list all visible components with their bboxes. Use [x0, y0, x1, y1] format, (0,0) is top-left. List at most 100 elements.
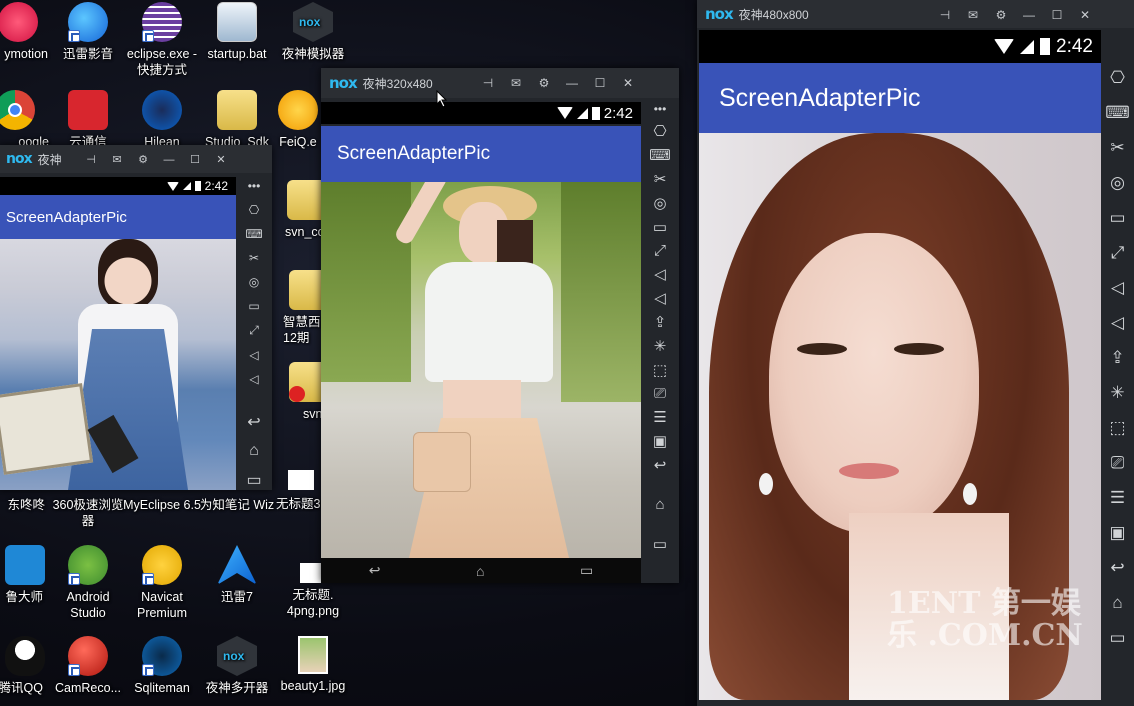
emulator-window-320x480[interactable]: nox 夜神320x480 ⊣ ✉ ⚙ — ☐ ✕ 2:42 ScreenAda…: [321, 68, 679, 583]
scissors-icon[interactable]: ✂: [654, 170, 667, 188]
desktop-icon-studio-sdk[interactable]: Studio_Sdk: [197, 90, 277, 150]
desktop-icon-ludashi[interactable]: 鲁大师: [0, 545, 55, 605]
desktop-icon-eclipse[interactable]: eclipse.exe - 快捷方式: [122, 2, 202, 78]
volume-up-icon[interactable]: ◁: [249, 348, 258, 362]
multi-instance-icon[interactable]: ☰: [1110, 488, 1125, 508]
desktop-icon-xunlei7[interactable]: 迅雷7: [197, 545, 277, 605]
close-button[interactable]: ✕: [1078, 8, 1092, 22]
settings-icon[interactable]: ⚙: [994, 8, 1008, 22]
home-button[interactable]: ⌂: [476, 563, 484, 579]
record-icon[interactable]: ⎚: [654, 385, 666, 402]
recent-apps-icon[interactable]: ▭: [653, 535, 667, 553]
keyboard-icon[interactable]: ⌨: [1105, 103, 1130, 123]
minimize-button[interactable]: —: [565, 76, 579, 90]
home-icon[interactable]: ⌂: [1112, 593, 1122, 613]
location-icon[interactable]: ◎: [653, 194, 666, 212]
screenshot-icon[interactable]: ⬚: [1109, 418, 1125, 438]
pin-icon[interactable]: ⊣: [481, 76, 495, 90]
shake-icon[interactable]: ✳: [654, 337, 667, 355]
volume-down-icon[interactable]: ◁: [249, 372, 258, 386]
recent-apps-icon[interactable]: ▭: [1109, 628, 1125, 648]
screen-icon[interactable]: ▭: [248, 299, 259, 313]
keyboard-icon[interactable]: ⌨: [649, 146, 671, 164]
record-icon[interactable]: ⎚: [1111, 453, 1125, 473]
desktop-icon-360[interactable]: 360极速浏览器: [48, 497, 128, 529]
recent-apps-icon[interactable]: ▭: [246, 470, 261, 490]
volume-down-icon[interactable]: ◁: [1111, 313, 1124, 333]
back-icon[interactable]: ↩: [247, 412, 260, 432]
apk-install-icon[interactable]: ⇪: [1110, 348, 1124, 368]
settings-icon[interactable]: ⚙: [537, 76, 551, 90]
desktop-icon-beauty1[interactable]: beauty1.jpg: [273, 636, 353, 694]
settings-icon[interactable]: ⚙: [136, 153, 150, 167]
desktop-icon-qq[interactable]: 腾讯QQ: [0, 636, 55, 696]
desktop-icon-nox-multi[interactable]: nox 夜神多开器: [197, 636, 277, 696]
fullscreen-icon[interactable]: ⤢: [654, 242, 666, 259]
desktop-icon-untitled3[interactable]: 无标题3: [268, 470, 324, 512]
desktop-icon-feiq[interactable]: FeiQ.e: [268, 90, 328, 150]
emulator-window-small[interactable]: nox 夜神 ⊣ ✉ ⚙ — ☐ ✕ 2:42 ScreenAdapterPic…: [0, 145, 272, 490]
keyboard-icon[interactable]: ⌨: [245, 227, 262, 241]
desktop-icon-android-studio[interactable]: Android Studio: [48, 545, 128, 621]
volume-up-icon[interactable]: ◁: [1111, 278, 1124, 298]
mail-icon[interactable]: ✉: [509, 76, 523, 90]
macro-icon[interactable]: ▣: [1109, 523, 1125, 543]
title-bar[interactable]: nox 夜神 ⊣ ✉ ⚙ — ☐ ✕: [0, 145, 272, 173]
maximize-button[interactable]: ☐: [188, 153, 202, 167]
home-icon[interactable]: ⌂: [249, 442, 259, 460]
desktop-icon-svn[interactable]: svn: [275, 362, 323, 422]
scissors-icon[interactable]: ✂: [249, 251, 259, 265]
mail-icon[interactable]: ✉: [110, 153, 124, 167]
rotate-icon[interactable]: ⎔: [1110, 68, 1125, 88]
desktop-icon-cloud[interactable]: 云通信: [48, 90, 128, 150]
desktop-icon-svn-cc[interactable]: svn_cc: [275, 180, 323, 240]
desktop-icon-camrec[interactable]: CamReco...: [48, 636, 128, 696]
minimize-button[interactable]: —: [1022, 8, 1036, 22]
desktop-icon-nox[interactable]: nox 夜神模拟器: [273, 2, 353, 62]
title-bar[interactable]: nox 夜神480x800 ⊣ ✉ ⚙ — ☐ ✕: [697, 0, 1134, 28]
mail-icon[interactable]: ✉: [966, 8, 980, 22]
close-button[interactable]: ✕: [214, 153, 228, 167]
close-button[interactable]: ✕: [621, 76, 635, 90]
apk-install-icon[interactable]: ⇪: [654, 313, 667, 331]
location-icon[interactable]: ◎: [249, 275, 259, 289]
nox-logo: nox: [6, 151, 33, 167]
more-icon[interactable]: •••: [248, 179, 261, 193]
recent-apps-button[interactable]: ▭: [580, 562, 593, 579]
desktop-icon-navicat[interactable]: Navicat Premium: [122, 545, 202, 621]
screen-icon[interactable]: ▭: [1109, 208, 1125, 228]
desktop-icon-chrome[interactable]: oogle: [0, 90, 55, 150]
volume-down-icon[interactable]: ◁: [654, 289, 666, 307]
maximize-button[interactable]: ☐: [593, 76, 607, 90]
desktop-icon-sqliteman[interactable]: Sqliteman: [122, 636, 202, 696]
desktop-icon-startup-bat[interactable]: startup.bat: [197, 2, 277, 62]
title-bar[interactable]: nox 夜神320x480 ⊣ ✉ ⚙ — ☐ ✕: [321, 68, 679, 98]
scissors-icon[interactable]: ✂: [1110, 138, 1124, 158]
screenshot-icon[interactable]: ⬚: [653, 361, 667, 379]
rotate-icon[interactable]: ⎔: [249, 203, 259, 217]
screen-icon[interactable]: ▭: [653, 218, 667, 236]
back-button[interactable]: ↩: [369, 562, 381, 579]
desktop-icon-xunlei-player[interactable]: 迅雷影音: [48, 2, 128, 62]
desktop-icon-zhihui[interactable]: 智慧西 12期: [275, 270, 323, 346]
shake-icon[interactable]: ✳: [1110, 383, 1124, 403]
location-icon[interactable]: ◎: [1110, 173, 1125, 193]
pin-icon[interactable]: ⊣: [938, 8, 952, 22]
desktop-icon-myeclipse[interactable]: MyEclipse 6.5: [122, 497, 202, 513]
volume-up-icon[interactable]: ◁: [654, 265, 666, 283]
pin-icon[interactable]: ⊣: [84, 153, 98, 167]
multi-instance-icon[interactable]: ☰: [653, 408, 666, 426]
desktop-icon-wiz[interactable]: 为知笔记 Wiz: [197, 497, 277, 513]
fullscreen-icon[interactable]: ⤢: [1111, 243, 1125, 263]
more-icon[interactable]: •••: [654, 102, 667, 116]
home-icon[interactable]: ⌂: [655, 496, 664, 513]
back-icon[interactable]: ↩: [1110, 558, 1124, 578]
macro-icon[interactable]: ▣: [653, 432, 667, 450]
rotate-icon[interactable]: ⎔: [653, 122, 666, 140]
desktop-icon-hilean[interactable]: Hilean: [122, 90, 202, 150]
emulator-window-480x800[interactable]: nox 夜神480x800 ⊣ ✉ ⚙ — ☐ ✕ 2:42 ScreenAda…: [697, 0, 1134, 706]
minimize-button[interactable]: —: [162, 153, 176, 167]
back-icon[interactable]: ↩: [654, 456, 667, 474]
fullscreen-icon[interactable]: ⤢: [249, 323, 259, 338]
maximize-button[interactable]: ☐: [1050, 8, 1064, 22]
